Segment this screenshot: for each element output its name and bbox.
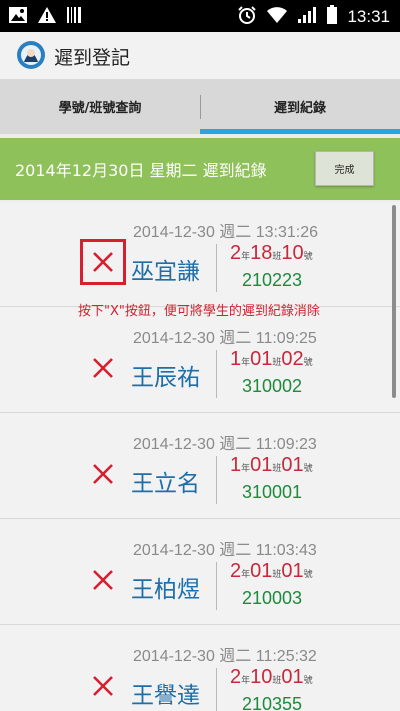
number-value: 02 <box>281 348 304 370</box>
number-unit: 號 <box>303 357 313 367</box>
class-value: 10 <box>250 666 273 688</box>
record-item: 2014-12-30 週二 11:03:43 王柏煜 2年01班01號 2100… <box>0 520 400 625</box>
record-item: 2014-12-30 週二 11:09:23 王立名 1年01班01號 3100… <box>0 414 400 519</box>
close-icon <box>93 252 113 272</box>
record-timestamp: 2014-12-30 週二 11:25:32 <box>133 648 317 665</box>
tab-divider <box>200 95 201 119</box>
app-title: 遲到登記 <box>54 47 131 69</box>
divider <box>216 350 217 398</box>
number-value: 01 <box>281 454 304 476</box>
class-info: 2年01班01號 <box>230 560 313 583</box>
grade-value: 2 <box>230 242 242 264</box>
class-info: 2年18班10號 <box>230 242 313 265</box>
battery-icon <box>326 5 338 29</box>
scrollbar[interactable] <box>392 205 396 398</box>
delete-button[interactable] <box>80 663 126 709</box>
delete-button[interactable] <box>80 557 126 603</box>
student-id: 210355 <box>242 694 303 711</box>
student-name: 王辰祐 <box>131 365 200 391</box>
divider <box>216 668 217 711</box>
number-value: 10 <box>281 242 304 264</box>
row-separator <box>0 412 400 413</box>
grade-value: 1 <box>230 348 242 370</box>
image-icon <box>8 6 28 28</box>
grade-unit: 年 <box>241 251 251 261</box>
grade-unit: 年 <box>241 357 251 367</box>
delete-button[interactable] <box>80 451 126 497</box>
tab-id-lookup[interactable]: 學號/班號查詢 <box>0 79 200 134</box>
close-icon <box>93 464 113 484</box>
delete-button[interactable] <box>80 239 126 285</box>
number-unit: 號 <box>303 251 313 261</box>
record-timestamp: 2014-12-30 週二 11:09:25 <box>133 330 317 347</box>
status-right-icons: 13:31 <box>237 5 390 29</box>
close-icon <box>93 570 113 590</box>
number-value: 01 <box>281 560 304 582</box>
app-logo-icon <box>16 40 46 70</box>
date-header: 2014年12月30日 星期二 遲到紀錄 完成 <box>0 138 400 200</box>
record-timestamp: 2014-12-30 週二 11:03:43 <box>133 542 317 559</box>
divider <box>216 456 217 504</box>
tab-late-records[interactable]: 遲到紀錄 <box>200 79 400 134</box>
record-timestamp: 2014-12-30 週二 13:31:26 <box>133 224 319 241</box>
record-item: 2014-12-30 週二 13:31:26 巫宜謙 2年18班10號 2102… <box>0 202 400 307</box>
grade-value: 1 <box>230 454 242 476</box>
student-name: 王柏煜 <box>131 577 200 603</box>
record-timestamp: 2014-12-30 週二 11:09:23 <box>133 436 317 453</box>
barcode-icon <box>66 6 82 28</box>
tab-label: 遲到紀錄 <box>273 101 326 116</box>
grade-unit: 年 <box>241 569 251 579</box>
number-unit: 號 <box>303 675 313 685</box>
wifi-icon <box>266 6 288 28</box>
date-title: 2014年12月30日 星期二 遲到紀錄 <box>15 161 267 180</box>
grade-value: 2 <box>230 666 242 688</box>
divider <box>216 562 217 610</box>
student-id: 310001 <box>242 482 303 502</box>
grade-unit: 年 <box>241 463 251 473</box>
app-bar: 遲到登記 <box>0 32 400 79</box>
class-value: 01 <box>250 454 273 476</box>
grade-unit: 年 <box>241 675 251 685</box>
number-unit: 號 <box>303 463 313 473</box>
delete-button[interactable] <box>80 345 126 391</box>
warning-icon <box>37 6 57 28</box>
class-value: 18 <box>250 242 273 264</box>
status-time: 13:31 <box>347 7 390 26</box>
tab-label: 學號/班號查詢 <box>58 101 142 116</box>
student-id: 210003 <box>242 588 303 608</box>
row-separator <box>0 518 400 519</box>
number-unit: 號 <box>303 569 313 579</box>
row-separator <box>0 624 400 625</box>
student-name: 王立名 <box>131 471 200 497</box>
class-info: 2年10班01號 <box>230 666 313 689</box>
instruction-annotation: 按下"X"按鈕，便可將學生的遲到紀錄消除 <box>78 304 320 319</box>
student-name: 王譽達 <box>131 683 200 709</box>
signal-icon <box>297 6 317 28</box>
class-info: 1年01班02號 <box>230 348 313 371</box>
class-value: 01 <box>250 348 273 370</box>
close-icon <box>93 358 113 378</box>
late-records-list[interactable]: 2014-12-30 週二 13:31:26 巫宜謙 2年18班10號 2102… <box>0 202 400 711</box>
class-info: 1年01班01號 <box>230 454 313 477</box>
class-value: 01 <box>250 560 273 582</box>
status-bar: 13:31 <box>0 0 400 32</box>
close-icon <box>93 676 113 696</box>
number-value: 01 <box>281 666 304 688</box>
alarm-icon <box>237 5 257 29</box>
done-button[interactable]: 完成 <box>315 151 374 186</box>
divider <box>216 244 217 292</box>
status-left-icons <box>8 6 82 28</box>
student-id: 210223 <box>242 270 303 290</box>
record-item: 2014-12-30 週二 11:25:32 王譽達 2年10班01號 2103… <box>0 626 400 711</box>
student-name: 巫宜謙 <box>131 259 200 285</box>
grade-value: 2 <box>230 560 242 582</box>
student-id: 310002 <box>242 376 303 396</box>
record-item: 2014-12-30 週二 11:09:25 王辰祐 1年01班02號 3100… <box>0 308 400 413</box>
tab-bar: 學號/班號查詢 遲到紀錄 <box>0 79 400 134</box>
